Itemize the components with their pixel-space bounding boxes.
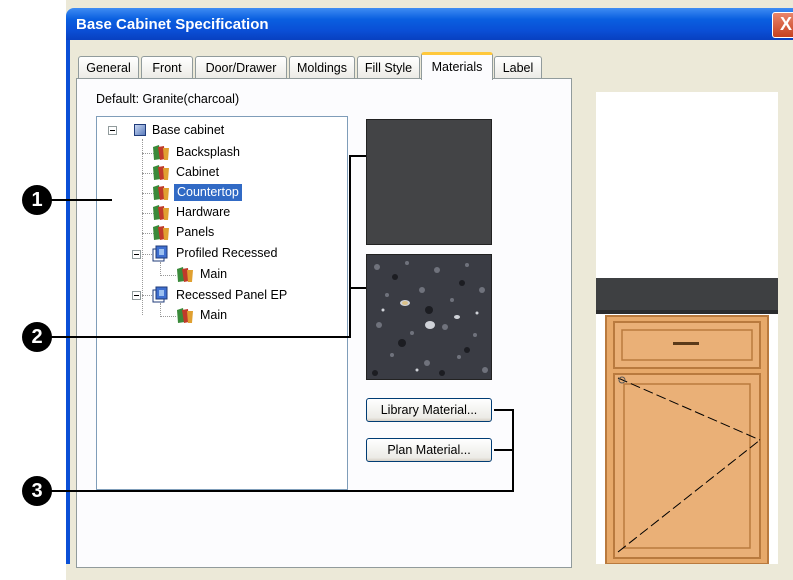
tab-label[interactable]: Label bbox=[494, 56, 542, 78]
callout-leader-3 bbox=[38, 490, 514, 492]
tab-door-drawer[interactable]: Door/Drawer bbox=[195, 56, 287, 78]
panel-door-icon bbox=[152, 286, 168, 303]
tree-item-main[interactable]: Main bbox=[200, 266, 227, 283]
tree-item-main[interactable]: Main bbox=[200, 307, 227, 324]
callout-leader-3 bbox=[494, 449, 514, 451]
tree-item-backsplash[interactable]: Backsplash bbox=[176, 144, 240, 161]
default-material-label: Default: Granite(charcoal) bbox=[96, 92, 240, 106]
tab-front[interactable]: Front bbox=[141, 56, 193, 78]
tree-item-base-cabinet[interactable]: Base cabinet bbox=[152, 122, 224, 139]
material-swatch-icon bbox=[153, 165, 169, 180]
material-swatch-icon bbox=[153, 225, 169, 240]
plan-material-button[interactable]: Plan Material... bbox=[366, 438, 492, 462]
tree-item-recessed-panel-ep[interactable]: Recessed Panel EP bbox=[176, 287, 287, 304]
tab-materials[interactable]: Materials bbox=[421, 52, 493, 80]
library-material-button[interactable]: Library Material... bbox=[366, 398, 492, 422]
tree-item-panels[interactable]: Panels bbox=[176, 224, 214, 241]
material-swatch-icon bbox=[153, 145, 169, 160]
material-swatch-icon bbox=[177, 308, 193, 323]
material-swatch-icon bbox=[153, 185, 169, 200]
callout-leader-3 bbox=[494, 409, 514, 411]
cabinet-preview-drawing bbox=[596, 278, 778, 565]
tab-moldings[interactable]: Moldings bbox=[289, 56, 355, 78]
callout-leader-2 bbox=[349, 155, 351, 338]
callout-leader-2 bbox=[349, 155, 366, 157]
collapse-toggle-recessed-panel-ep[interactable] bbox=[132, 291, 141, 300]
cabinet-cube-icon bbox=[134, 124, 146, 136]
tree-item-countertop[interactable]: Countertop bbox=[173, 183, 243, 202]
callout-leader-2 bbox=[38, 336, 350, 338]
material-swatch-icon bbox=[153, 205, 169, 220]
callout-2: 2 bbox=[22, 322, 52, 352]
collapse-toggle-profiled-recessed[interactable] bbox=[132, 250, 141, 259]
close-icon: X bbox=[779, 14, 792, 34]
callout-3: 3 bbox=[22, 476, 52, 506]
material-texture-preview bbox=[366, 254, 492, 380]
collapse-toggle-base-cabinet[interactable] bbox=[108, 126, 117, 135]
callout-leader-2 bbox=[349, 287, 366, 289]
close-button[interactable]: X bbox=[772, 12, 793, 38]
tab-fill-style[interactable]: Fill Style bbox=[357, 56, 420, 78]
tree-item-cabinet[interactable]: Cabinet bbox=[176, 164, 219, 181]
window-title: Base Cabinet Specification bbox=[76, 16, 269, 33]
granite-texture bbox=[367, 255, 491, 379]
material-swatch-icon bbox=[177, 267, 193, 282]
callout-1: 1 bbox=[22, 185, 52, 215]
material-color-swatch bbox=[366, 119, 492, 245]
window-border bbox=[66, 40, 70, 564]
tab-general[interactable]: General bbox=[78, 56, 139, 78]
tree-item-profiled-recessed[interactable]: Profiled Recessed bbox=[176, 245, 277, 262]
panel-door-icon bbox=[152, 245, 168, 262]
tree-item-hardware[interactable]: Hardware bbox=[176, 204, 230, 221]
cabinet-preview bbox=[596, 92, 778, 565]
